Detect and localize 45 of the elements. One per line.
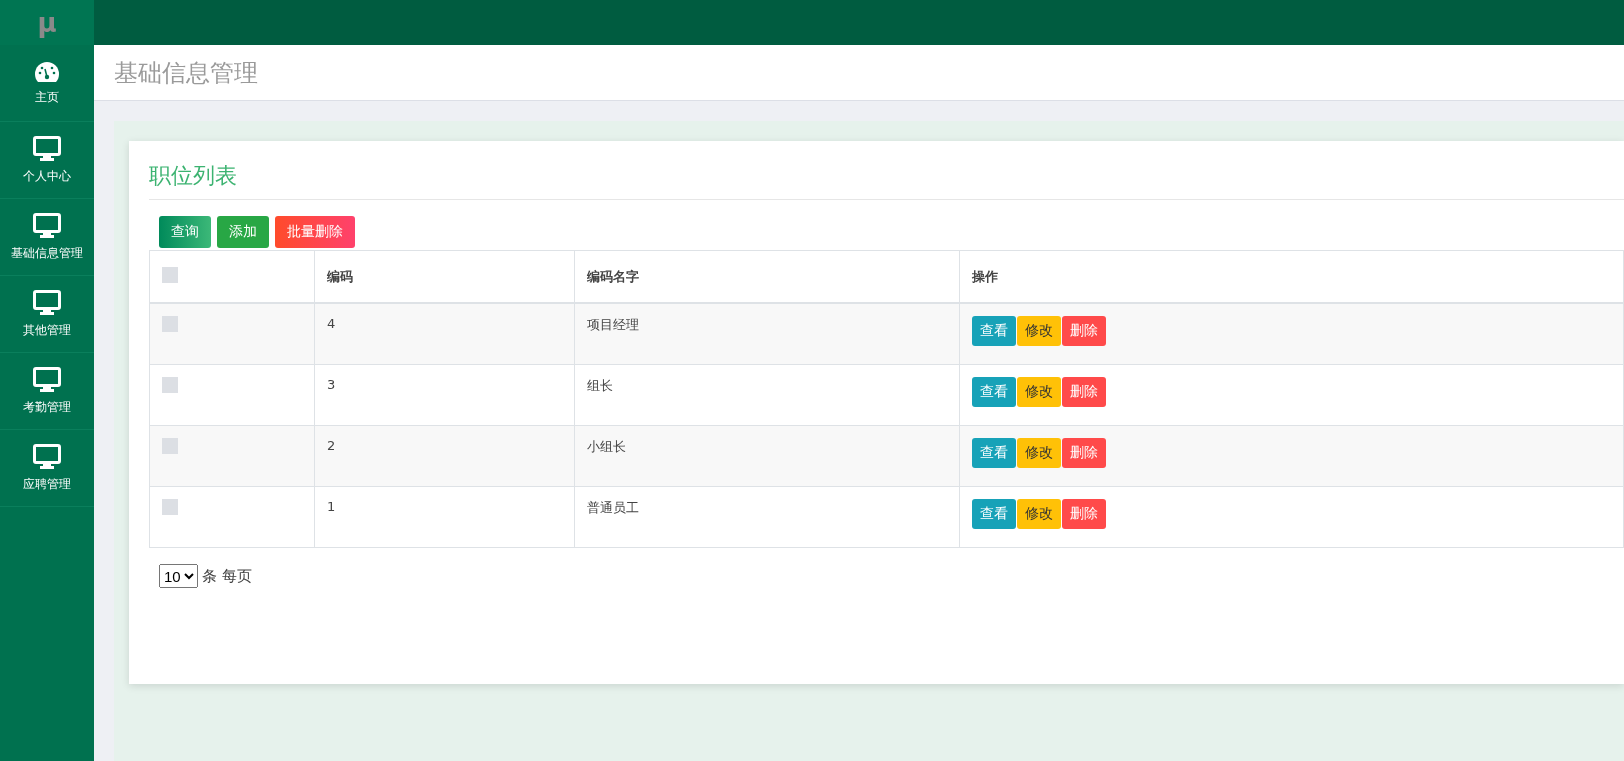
dashboard-icon [34,60,60,83]
view-button[interactable]: 查看 [972,438,1016,468]
sidebar-item[interactable]: 考勤管理 [0,353,94,430]
view-button[interactable]: 查看 [972,499,1016,529]
monitor-icon [33,289,61,316]
delete-button[interactable]: 删除 [1062,438,1106,468]
delete-button[interactable]: 删除 [1062,377,1106,407]
checkbox[interactable] [162,438,178,454]
monitor-icon [33,135,61,162]
sidebar-item[interactable]: 主页 [0,45,94,122]
search-button[interactable]: 查询 [159,216,211,248]
checkbox[interactable] [162,316,178,332]
monitor-icon [33,366,61,393]
edit-button[interactable]: 修改 [1017,499,1061,529]
delete-button[interactable]: 删除 [1062,499,1106,529]
checkbox[interactable] [162,499,178,515]
table-cell: 组长 [574,364,960,426]
table-cell: 2 [314,425,575,487]
table-cell: 普通员工 [574,486,960,548]
add-button[interactable]: 添加 [217,216,269,248]
checkbox[interactable] [162,377,178,393]
logo: μ [0,0,94,45]
view-button[interactable]: 查看 [972,377,1016,407]
page-size-select[interactable]: 10 [159,564,198,588]
table-cell: 4 [314,303,575,365]
table-cell: 小组长 [574,425,960,487]
view-button[interactable]: 查看 [972,316,1016,346]
card-title: 职位列表 [149,161,1624,200]
sidebar-item[interactable]: 基础信息管理 [0,199,94,276]
table-cell: 3 [314,364,575,426]
sidebar-item[interactable]: 应聘管理 [0,430,94,507]
sidebar-item[interactable]: 个人中心 [0,122,94,199]
table-cell: 项目经理 [574,303,960,365]
checkbox[interactable] [162,267,178,283]
page-size-label: 条 每页 [202,566,252,586]
edit-button[interactable]: 修改 [1017,438,1061,468]
edit-button[interactable]: 修改 [1017,316,1061,346]
edit-button[interactable]: 修改 [1017,377,1061,407]
table-cell: 1 [314,486,575,548]
monitor-icon [33,212,61,239]
delete-button[interactable]: 删除 [1062,316,1106,346]
monitor-icon [33,443,61,470]
sidebar-item[interactable]: 其他管理 [0,276,94,353]
page-title: 基础信息管理 [114,57,258,89]
delete-button[interactable]: 批量删除 [275,216,355,248]
